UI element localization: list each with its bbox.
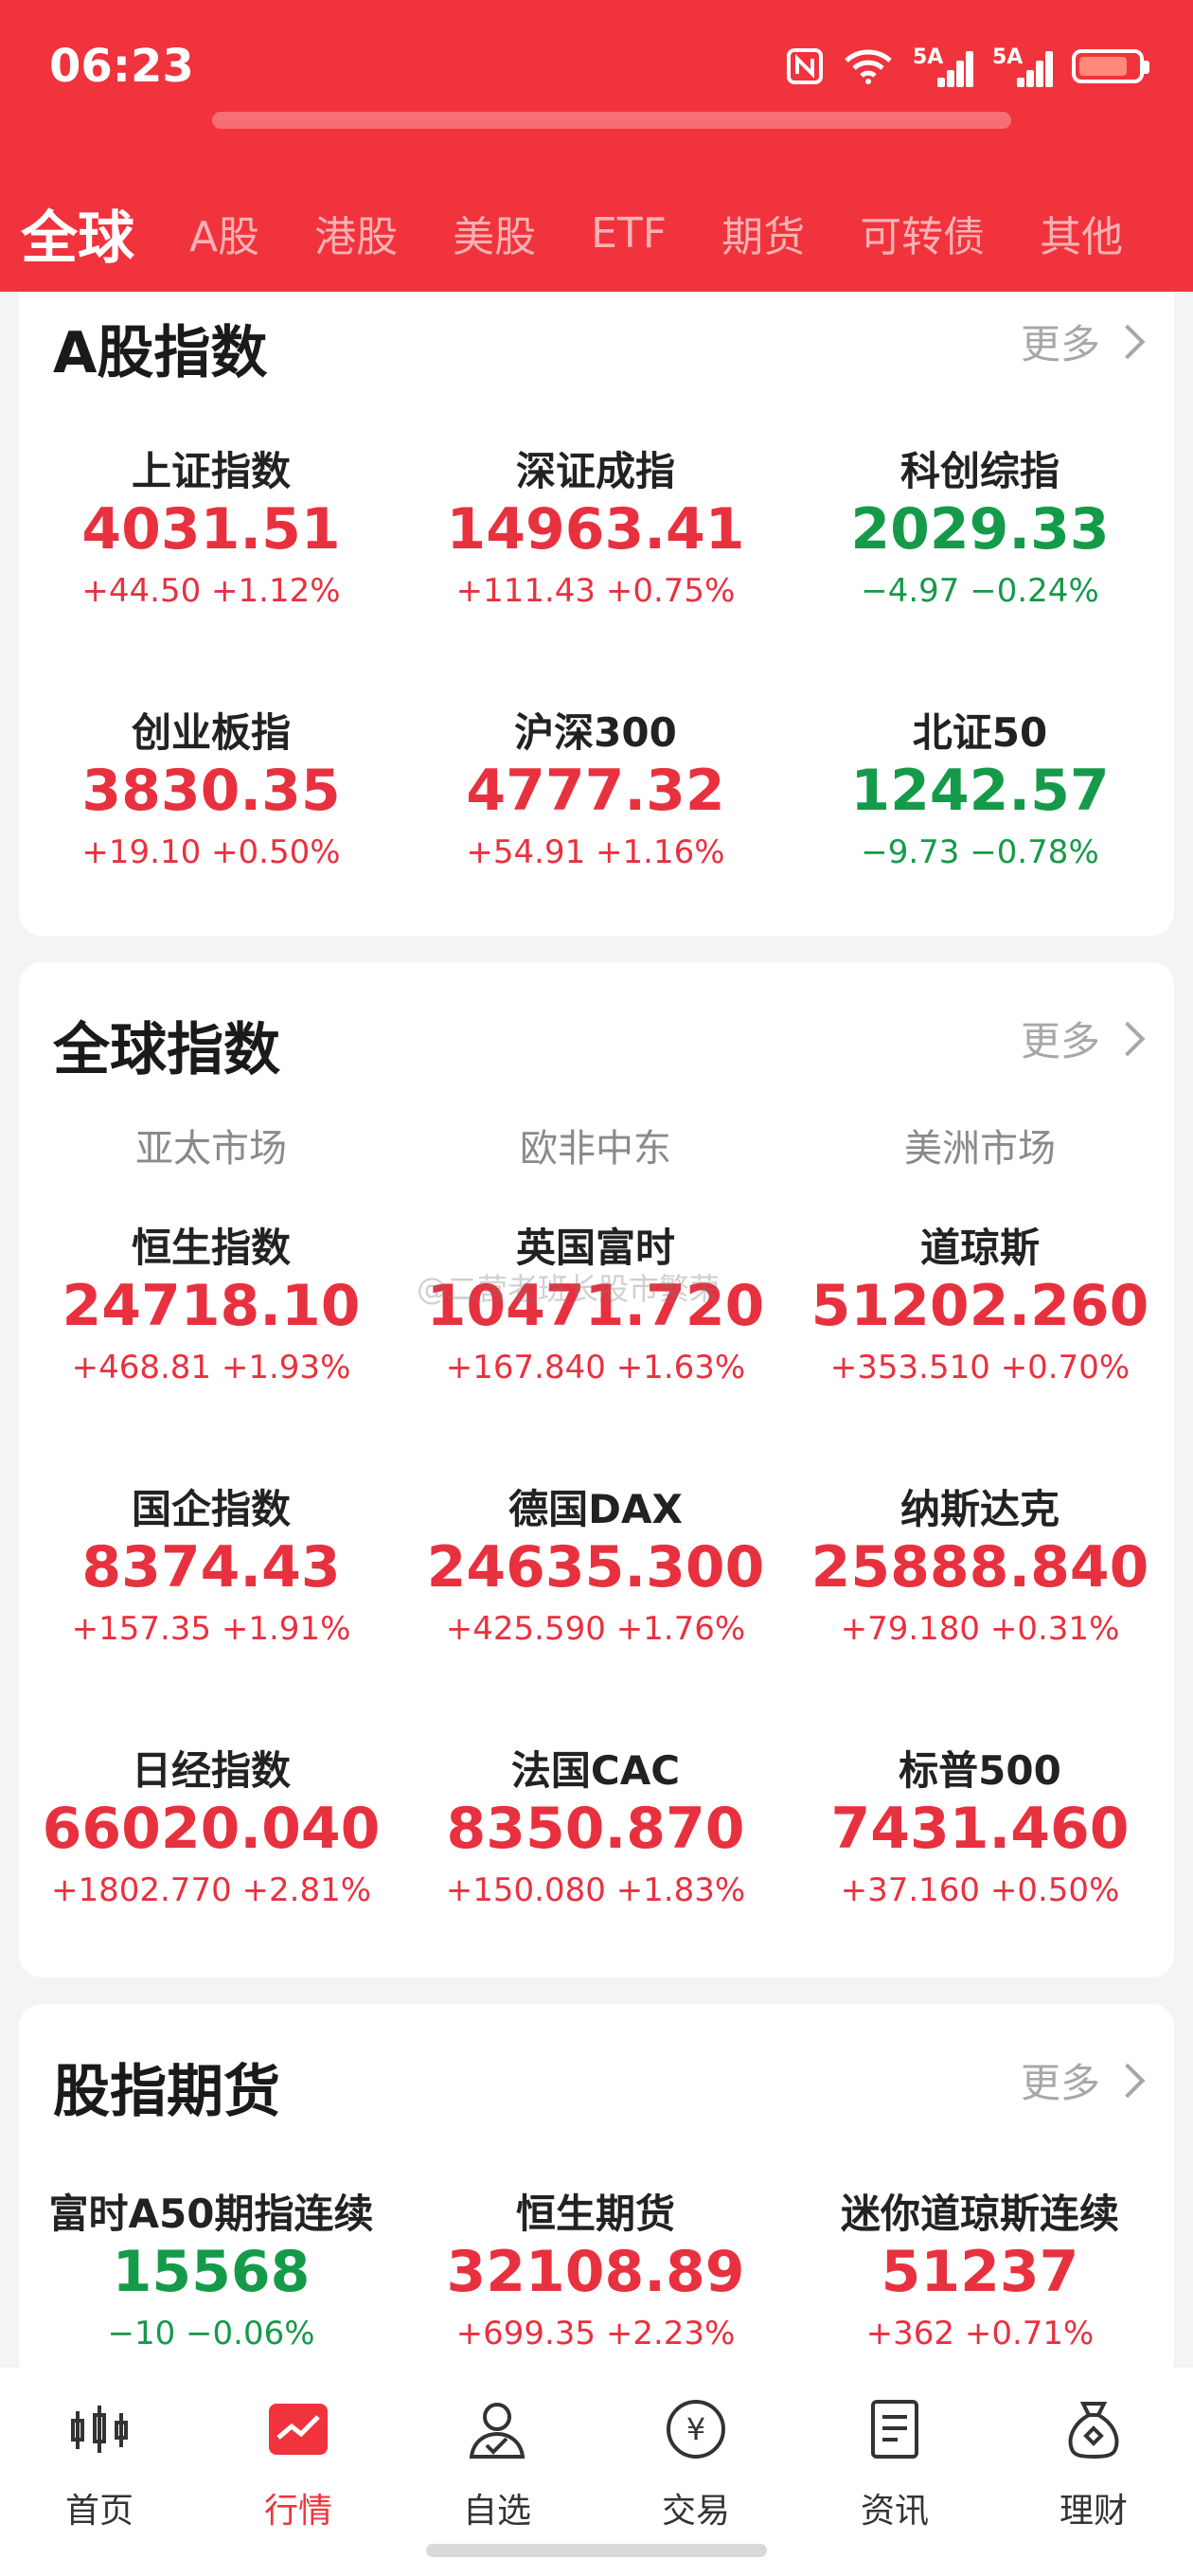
svg-text:¥: ¥ [686, 2411, 705, 2447]
news-doc-icon [864, 2398, 926, 2460]
region-tabs: 亚太市场 欧非中东 美洲市场 [19, 1118, 1174, 1172]
watermark: @二营老班长股市繁荣 [417, 1271, 721, 1307]
market-chart-icon [267, 2398, 329, 2460]
tab-us[interactable]: 美股 [453, 203, 536, 263]
yuan-coin-icon: ¥ [665, 2398, 727, 2460]
index-item[interactable]: 北证50 1242.57 −9.73 −0.78% [788, 701, 1172, 962]
more-button[interactable]: 更多 [1021, 1010, 1146, 1067]
chevron-right-icon [1110, 1021, 1146, 1056]
index-item[interactable]: 沪深300 4777.32 +54.91 +1.16% [403, 701, 788, 962]
home-indicator[interactable] [426, 2544, 767, 2557]
section-title: 全球指数 [53, 1017, 280, 1083]
user-check-icon [466, 2398, 528, 2460]
tab-futures[interactable]: 期货 [721, 203, 805, 263]
index-item[interactable]: 纳斯达克 25888.840 +79.180 +0.31% [788, 1477, 1172, 1739]
index-item[interactable]: 德国DAX 24635.300 +425.590 +1.76% [403, 1477, 788, 1739]
search-bar[interactable] [212, 112, 1011, 129]
more-button[interactable]: 更多 [1021, 2051, 1146, 2109]
tab-global[interactable]: 全球 [21, 192, 134, 275]
tab-other[interactable]: 其他 [1040, 203, 1123, 263]
chevron-right-icon [1110, 2063, 1146, 2098]
index-item[interactable]: 上证指数 4031.51 +44.50 +1.12% [19, 439, 403, 701]
futures-card: 股指期货 更多 富时A50期指连续 15568 −10 −0.06% 恒生期货 321… [19, 2004, 1174, 2383]
more-button[interactable]: 更多 [1021, 313, 1146, 370]
a-share-card: A股指数 更多 上证指数 4031.51 +44.50 +1.12% 深证成指 149… [19, 292, 1174, 936]
section-title: A股指数 [53, 320, 268, 386]
status-icons: 5A 5A [786, 45, 1149, 87]
candlestick-icon [68, 2398, 131, 2460]
index-item[interactable]: 科创综指 2029.33 −4.97 −0.24% [788, 439, 1172, 701]
signal-5a-icon-2: 5A [992, 45, 1053, 87]
index-item[interactable]: 标普500 7431.460 +37.160 +0.50% [788, 1739, 1172, 2000]
wifi-icon [843, 47, 894, 85]
index-item[interactable]: 国企指数 8374.43 +157.35 +1.91% [19, 1477, 403, 1739]
market-tabs: 全球 A股 港股 美股 ETF 期货 可转债 其他 [0, 186, 1193, 280]
tab-a-share[interactable]: A股 [189, 203, 259, 263]
index-item[interactable]: 英国富时 10471.720 +167.840 +1.63% [403, 1216, 788, 1477]
tab-hk[interactable]: 港股 [314, 203, 398, 263]
battery-icon [1072, 49, 1149, 83]
index-item[interactable]: 道琼斯 51202.260 +353.510 +0.70% [788, 1216, 1172, 1477]
section-title: 股指期货 [53, 2059, 280, 2125]
tab-convertible[interactable]: 可转债 [860, 203, 985, 263]
tab-etf[interactable]: ETF [591, 209, 667, 258]
status-time: 06:23 [49, 40, 194, 93]
nfc-icon [786, 47, 824, 85]
global-index-card: 全球指数 更多 亚太市场 欧非中东 美洲市场 恒生指数 24718.10 +468.… [19, 962, 1174, 1977]
index-grid: 上证指数 4031.51 +44.50 +1.12% 深证成指 14963.41 +11… [19, 439, 1174, 962]
signal-5a-icon-1: 5A [913, 45, 973, 87]
index-grid: 恒生指数 24718.10 +468.81 +1.93% 英国富时 10471.720… [19, 1216, 1174, 2000]
region-asia-pacific[interactable]: 亚太市场 [19, 1118, 403, 1172]
index-item[interactable]: 法国CAC 8350.870 +150.080 +1.83% [403, 1739, 788, 2000]
region-emea[interactable]: 欧非中东 [403, 1118, 788, 1172]
region-americas[interactable]: 美洲市场 [788, 1118, 1172, 1172]
index-item[interactable]: 恒生指数 24718.10 +468.81 +1.93% [19, 1216, 403, 1477]
money-bag-icon [1062, 2398, 1125, 2460]
app-header: 06:23 5A 5A 全球 A股 港股 美股 ETF 期货 可转债 其他 [0, 0, 1193, 292]
status-bar: 06:23 5A 5A [0, 0, 1193, 114]
index-item[interactable]: 日经指数 66020.040 +1802.770 +2.81% [19, 1739, 403, 2000]
chevron-right-icon [1110, 324, 1146, 359]
index-item[interactable]: 深证成指 14963.41 +111.43 +0.75% [403, 439, 788, 701]
index-item[interactable]: 创业板指 3830.35 +19.10 +0.50% [19, 701, 403, 962]
